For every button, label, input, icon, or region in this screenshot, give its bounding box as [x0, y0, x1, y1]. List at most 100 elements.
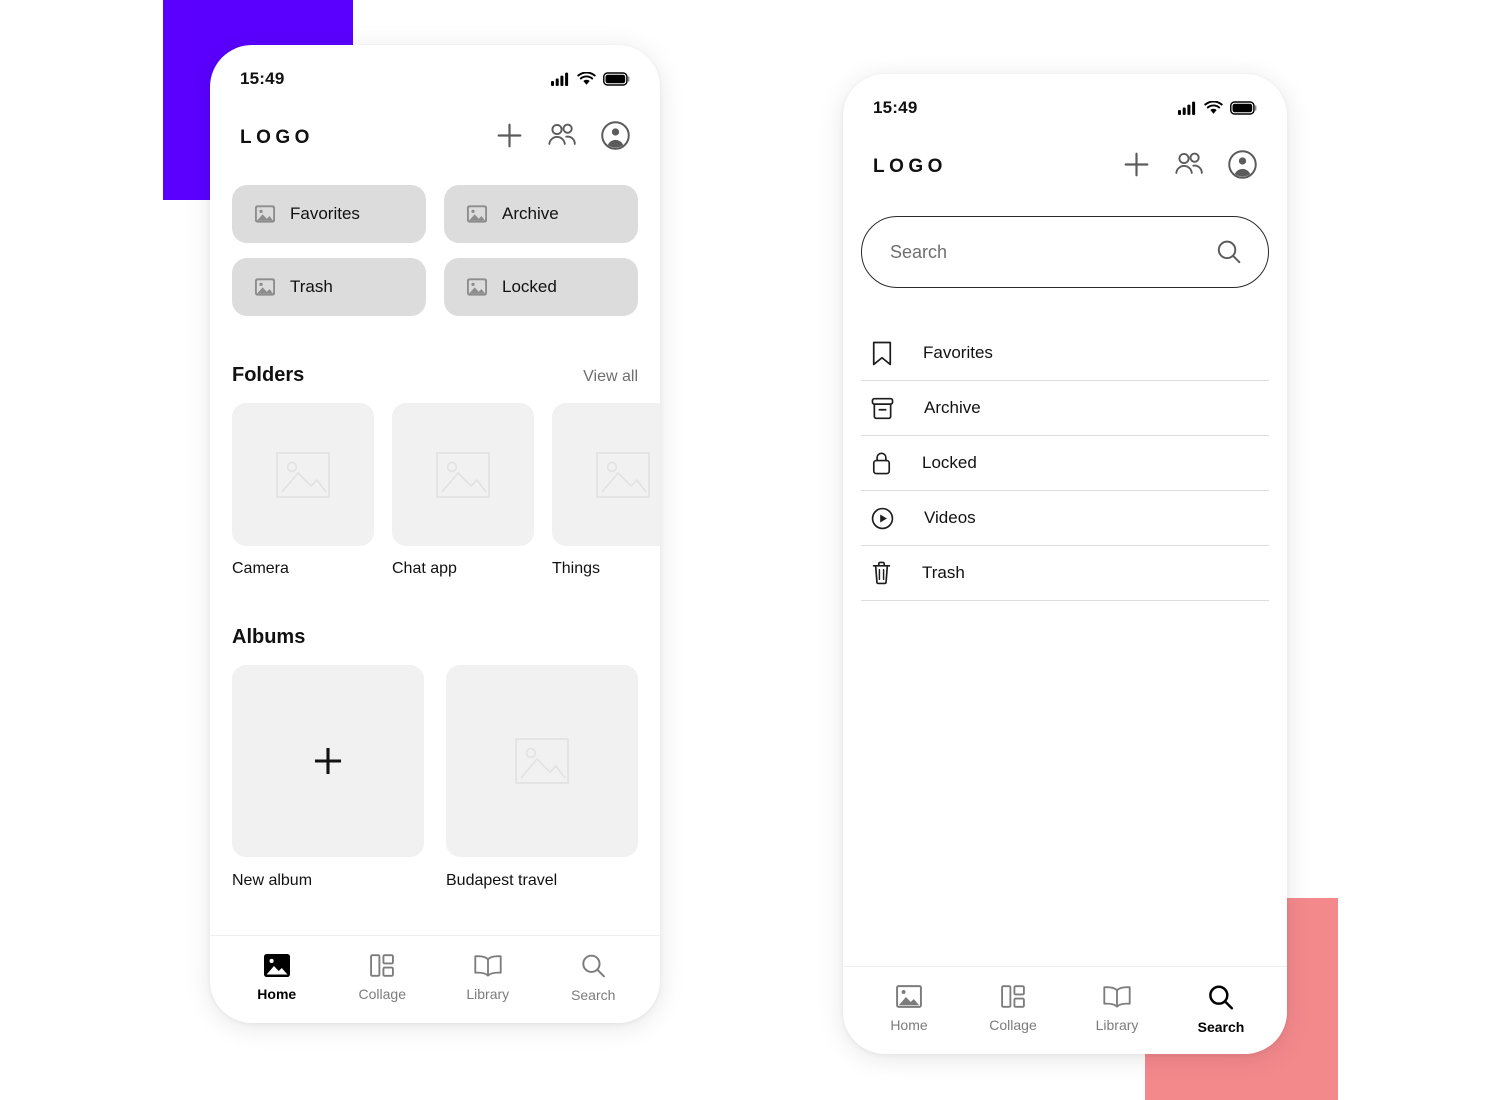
- wifi-icon: [1204, 101, 1223, 114]
- folder-thumbnail[interactable]: [552, 403, 660, 546]
- status-time: 15:49: [240, 69, 285, 88]
- tab-label: Home: [890, 1017, 928, 1033]
- tab-label: Home: [257, 986, 297, 1002]
- folders-section-header: Folders View all: [210, 364, 660, 387]
- image-filled-icon: [263, 954, 290, 977]
- list-item-label: Locked: [922, 453, 977, 472]
- tile-label: Favorites: [290, 204, 360, 223]
- list-item-label: Favorites: [923, 343, 993, 362]
- add-button[interactable]: [496, 122, 523, 154]
- header-actions: [496, 121, 630, 155]
- account-button[interactable]: [601, 121, 630, 155]
- app-header: LOGO: [843, 122, 1287, 184]
- search-icon[interactable]: [1216, 239, 1242, 265]
- list-item-archive[interactable]: Archive: [861, 381, 1269, 436]
- tab-search[interactable]: Search: [548, 954, 638, 1003]
- search-section: [843, 184, 1287, 288]
- image-placeholder-icon: [276, 451, 330, 498]
- folder-item[interactable]: Chat app: [392, 403, 534, 578]
- signal-bars-icon: [1178, 101, 1196, 115]
- phone-mockup-search: 15:49 LOGO Search Favorites Archive Lock…: [843, 74, 1287, 1054]
- app-header: LOGO: [210, 93, 660, 155]
- tab-search[interactable]: Search: [1176, 985, 1266, 1035]
- new-album-button[interactable]: [232, 665, 424, 857]
- folder-item[interactable]: Things: [552, 403, 660, 578]
- status-time: 15:49: [873, 98, 918, 117]
- collage-grid-icon: [1001, 985, 1025, 1008]
- tab-label: Library: [1095, 1017, 1139, 1033]
- tab-library[interactable]: Library: [443, 954, 533, 1002]
- people-group-icon: [548, 123, 576, 145]
- album-item[interactable]: Budapest travel: [446, 665, 638, 890]
- trash-can-icon: [872, 561, 891, 585]
- add-button[interactable]: [1123, 151, 1150, 183]
- album-item-new[interactable]: New album: [232, 665, 424, 890]
- folders-view-all-link[interactable]: View all: [583, 368, 638, 386]
- folder-thumbnail[interactable]: [232, 403, 374, 546]
- quick-access-tiles: Favorites Archive Trash Locked: [210, 155, 660, 316]
- image-icon: [466, 205, 488, 223]
- collage-grid-icon: [370, 954, 395, 977]
- image-filled-icon: [896, 985, 922, 1008]
- folder-name: Things: [552, 560, 601, 577]
- list-item-favorites[interactable]: Favorites: [861, 326, 1269, 381]
- albums-list: New album Budapest travel: [210, 649, 660, 890]
- status-bar: 15:49: [843, 74, 1287, 122]
- list-item-videos[interactable]: Videos: [861, 491, 1269, 546]
- tile-favorites[interactable]: Favorites: [232, 185, 426, 243]
- plus-icon: [497, 123, 522, 148]
- image-placeholder-icon: [436, 451, 490, 498]
- tab-home[interactable]: Home: [864, 985, 954, 1033]
- account-button[interactable]: [1228, 150, 1257, 184]
- battery-full-icon: [1230, 101, 1257, 115]
- album-thumbnail[interactable]: [446, 665, 638, 857]
- folders-title: Folders: [232, 364, 305, 386]
- album-name: New album: [232, 872, 313, 889]
- account-circle-icon: [1228, 150, 1257, 179]
- status-icons: [1178, 101, 1257, 115]
- list-item-label: Archive: [924, 398, 981, 417]
- search-icon: [1209, 985, 1234, 1010]
- tab-label: Collage: [358, 986, 406, 1002]
- folder-name: Camera: [232, 560, 289, 577]
- people-button[interactable]: [547, 122, 577, 154]
- search-input[interactable]: [890, 241, 1216, 263]
- status-icons: [551, 72, 630, 86]
- bottom-tab-bar: Home Collage Library Search: [210, 935, 660, 1023]
- people-button[interactable]: [1174, 151, 1204, 183]
- tab-home[interactable]: Home: [232, 954, 322, 1002]
- category-list: Favorites Archive Locked Videos Trash: [843, 288, 1287, 601]
- tile-label: Archive: [502, 204, 559, 223]
- tab-label: Library: [466, 986, 510, 1002]
- tab-collage[interactable]: Collage: [337, 954, 427, 1002]
- image-icon: [254, 205, 276, 223]
- open-book-icon: [1103, 986, 1131, 1008]
- battery-full-icon: [603, 72, 630, 86]
- list-item-label: Videos: [924, 508, 976, 527]
- tab-label: Collage: [989, 1017, 1037, 1033]
- tab-collage[interactable]: Collage: [968, 985, 1058, 1033]
- folders-list: Camera Chat app Things: [210, 387, 660, 578]
- screen-home: 15:49 LOGO Favorites Archive Trash Locke…: [210, 45, 660, 1023]
- list-item-locked[interactable]: Locked: [861, 436, 1269, 491]
- image-placeholder-icon: [596, 451, 650, 498]
- folder-name: Chat app: [392, 560, 457, 577]
- bookmark-icon: [872, 341, 892, 365]
- tile-archive[interactable]: Archive: [444, 185, 638, 243]
- tile-locked[interactable]: Locked: [444, 258, 638, 316]
- tab-library[interactable]: Library: [1072, 985, 1162, 1033]
- folder-thumbnail[interactable]: [392, 403, 534, 546]
- status-bar: 15:49: [210, 45, 660, 93]
- header-actions: [1123, 150, 1257, 184]
- image-icon: [254, 278, 276, 296]
- folder-item[interactable]: Camera: [232, 403, 374, 578]
- signal-bars-icon: [551, 72, 569, 86]
- search-bar[interactable]: [861, 216, 1269, 288]
- tile-trash[interactable]: Trash: [232, 258, 426, 316]
- phone-mockup-home: 15:49 LOGO Favorites Archive Trash Locke…: [210, 45, 660, 1023]
- app-logo: LOGO: [873, 156, 947, 177]
- wifi-icon: [577, 72, 596, 85]
- list-item-trash[interactable]: Trash: [861, 546, 1269, 601]
- tab-label: Search: [571, 987, 616, 1003]
